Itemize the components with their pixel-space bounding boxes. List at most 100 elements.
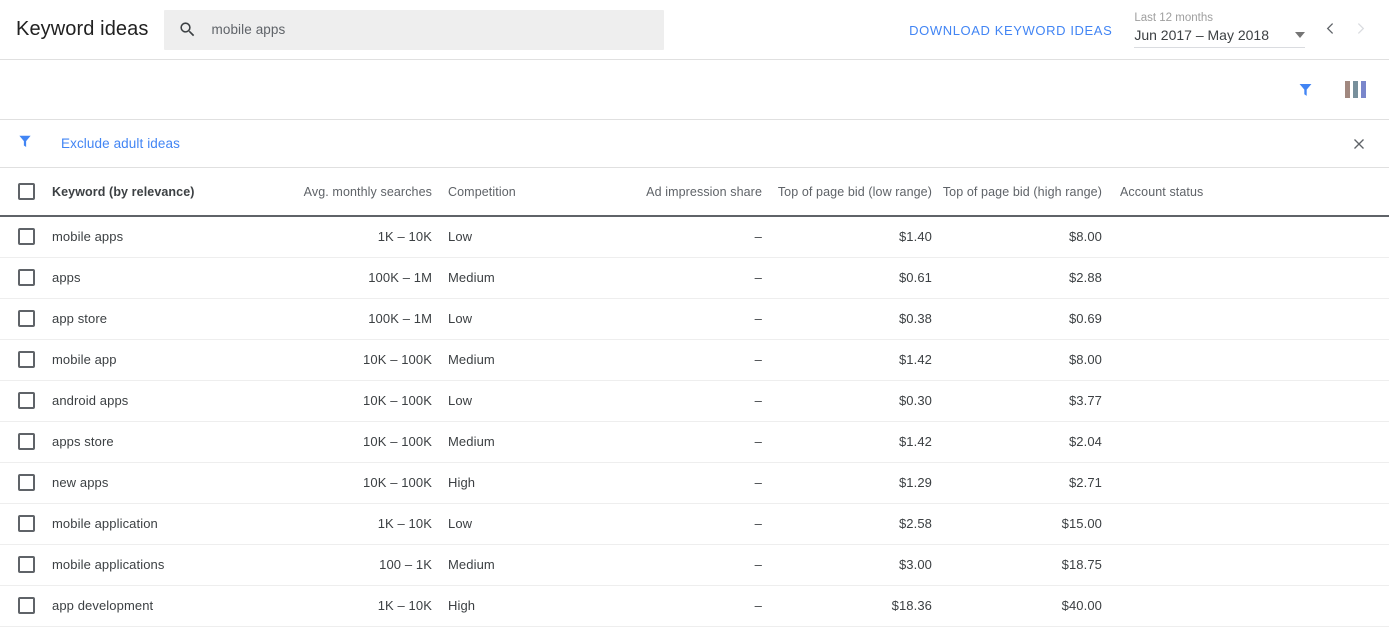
select-all-checkbox[interactable] <box>18 183 35 200</box>
date-range-selector[interactable]: Last 12 months Jun 2017 – May 2018 <box>1134 11 1305 50</box>
row-select-cell <box>0 462 52 504</box>
column-header-competition[interactable]: Competition <box>432 168 622 217</box>
date-range-underline <box>1134 46 1305 48</box>
cell-avg-monthly-searches: 1K – 10K <box>302 585 432 627</box>
table-row[interactable]: app development 1K – 10K High – $18.36 $40.00 <box>0 585 1389 627</box>
row-checkbox[interactable] <box>18 392 35 410</box>
download-keyword-ideas-button[interactable]: DOWNLOAD KEYWORD IDEAS <box>909 23 1112 38</box>
cell-keyword: apps <box>52 257 302 299</box>
cell-bid-low: $0.61 <box>762 257 932 299</box>
table-body: mobile apps 1K – 10K Low – $1.40 $8.00 apps 100… <box>0 216 1389 627</box>
cell-account-status <box>1102 298 1389 340</box>
table-row[interactable]: mobile application 1K – 10K Low – $2.58 $15.0… <box>0 503 1389 545</box>
cell-bid-high: $8.00 <box>932 339 1102 381</box>
cell-keyword: app development <box>52 585 302 627</box>
cell-ad-impression-share: – <box>622 544 762 586</box>
column-header-bid-high[interactable]: Top of page bid (high range) <box>932 168 1102 217</box>
cell-avg-monthly-searches: 100K – 1M <box>302 298 432 340</box>
search-icon <box>178 20 197 39</box>
row-select-cell <box>0 298 52 340</box>
active-filters-bar: Exclude adult ideas <box>0 120 1389 168</box>
cell-bid-high: $2.71 <box>932 462 1102 504</box>
cell-bid-high: $0.69 <box>932 298 1102 340</box>
column-header-bid-high-label: Top of page bid (high range) <box>942 184 1102 199</box>
column-header-volume[interactable]: Avg. monthly searches <box>302 168 432 217</box>
cell-keyword: mobile app <box>52 339 302 381</box>
table-row[interactable]: android apps 10K – 100K Low – $0.30 $3.77 <box>0 380 1389 422</box>
row-checkbox[interactable] <box>18 269 35 287</box>
cell-bid-low: $0.30 <box>762 380 932 422</box>
columns-icon[interactable] <box>1335 70 1375 110</box>
row-checkbox[interactable] <box>18 310 35 328</box>
cell-competition: Low <box>432 380 622 422</box>
cell-bid-high: $40.00 <box>932 585 1102 627</box>
cell-ad-impression-share: – <box>622 503 762 545</box>
cell-bid-low: $3.00 <box>762 544 932 586</box>
cell-bid-low: $2.58 <box>762 503 932 545</box>
cell-bid-high: $8.00 <box>932 216 1102 258</box>
table-header: Keyword (by relevance) Avg. monthly sear… <box>0 168 1389 217</box>
chevron-down-icon[interactable] <box>1295 31 1305 38</box>
row-select-cell <box>0 503 52 545</box>
row-select-cell <box>0 421 52 463</box>
cell-keyword: android apps <box>52 380 302 422</box>
close-icon[interactable] <box>1343 128 1375 160</box>
row-checkbox[interactable] <box>18 515 35 533</box>
cell-competition: Medium <box>432 257 622 299</box>
cell-bid-low: $1.29 <box>762 462 932 504</box>
page-title: Keyword ideas <box>16 18 149 40</box>
next-period-button[interactable] <box>1345 13 1375 43</box>
date-range-navigation <box>1315 13 1375 47</box>
table-row[interactable]: apps store 10K – 100K Medium – $1.42 $2.04 <box>0 421 1389 463</box>
cell-account-status <box>1102 216 1389 258</box>
cell-account-status <box>1102 544 1389 586</box>
cell-avg-monthly-searches: 1K – 10K <box>302 216 432 258</box>
cell-bid-high: $15.00 <box>932 503 1102 545</box>
row-checkbox[interactable] <box>18 556 35 574</box>
cell-avg-monthly-searches: 10K – 100K <box>302 421 432 463</box>
cell-ad-impression-share: – <box>622 216 762 258</box>
row-select-cell <box>0 257 52 299</box>
table-row[interactable]: mobile apps 1K – 10K Low – $1.40 $8.00 <box>0 216 1389 258</box>
search-input[interactable]: mobile apps <box>164 9 665 50</box>
table-row[interactable]: apps 100K – 1M Medium – $0.61 $2.88 <box>0 257 1389 299</box>
table-row[interactable]: mobile app 10K – 100K Medium – $1.42 $8.00 <box>0 339 1389 381</box>
cell-bid-high: $2.88 <box>932 257 1102 299</box>
row-checkbox[interactable] <box>18 351 35 369</box>
column-header-bid-low[interactable]: Top of page bid (low range) <box>762 168 932 217</box>
table-row[interactable]: new apps 10K – 100K High – $1.29 $2.71 <box>0 462 1389 504</box>
cell-ad-impression-share: – <box>622 585 762 627</box>
column-header-impression-share[interactable]: Ad impression share <box>622 168 762 217</box>
keyword-ideas-table: Keyword (by relevance) Avg. monthly sear… <box>0 168 1389 627</box>
cell-competition: Low <box>432 216 622 258</box>
filter-icon[interactable] <box>1285 70 1325 110</box>
table-row[interactable]: mobile applications 100 – 1K Medium – $3.00 $… <box>0 544 1389 586</box>
table-toolbar <box>0 60 1389 120</box>
filter-chip-exclude-adult-ideas[interactable]: Exclude adult ideas <box>16 132 180 155</box>
cell-bid-low: $1.42 <box>762 339 932 381</box>
row-checkbox[interactable] <box>18 433 35 451</box>
cell-competition: Low <box>432 503 622 545</box>
cell-bid-low: $0.38 <box>762 298 932 340</box>
cell-ad-impression-share: – <box>622 421 762 463</box>
date-range-value: Jun 2017 – May 2018 <box>1134 26 1269 43</box>
cell-bid-low: $1.40 <box>762 216 932 258</box>
cell-keyword: mobile application <box>52 503 302 545</box>
cell-keyword: mobile applications <box>52 544 302 586</box>
row-checkbox[interactable] <box>18 474 35 492</box>
cell-avg-monthly-searches: 10K – 100K <box>302 339 432 381</box>
column-header-account-status[interactable]: Account status <box>1102 168 1389 217</box>
row-checkbox[interactable] <box>18 228 35 246</box>
column-header-keyword[interactable]: Keyword (by relevance) <box>52 168 302 217</box>
filter-chip-label: Exclude adult ideas <box>61 136 180 151</box>
prev-period-button[interactable] <box>1315 13 1345 43</box>
cell-keyword: apps store <box>52 421 302 463</box>
cell-avg-monthly-searches: 100K – 1M <box>302 257 432 299</box>
row-checkbox[interactable] <box>18 597 35 615</box>
cell-ad-impression-share: – <box>622 298 762 340</box>
header-actions: DOWNLOAD KEYWORD IDEAS Last 12 months Ju… <box>909 0 1375 60</box>
cell-avg-monthly-searches: 10K – 100K <box>302 462 432 504</box>
row-select-cell <box>0 380 52 422</box>
cell-competition: Medium <box>432 339 622 381</box>
table-row[interactable]: app store 100K – 1M Low – $0.38 $0.69 <box>0 298 1389 340</box>
